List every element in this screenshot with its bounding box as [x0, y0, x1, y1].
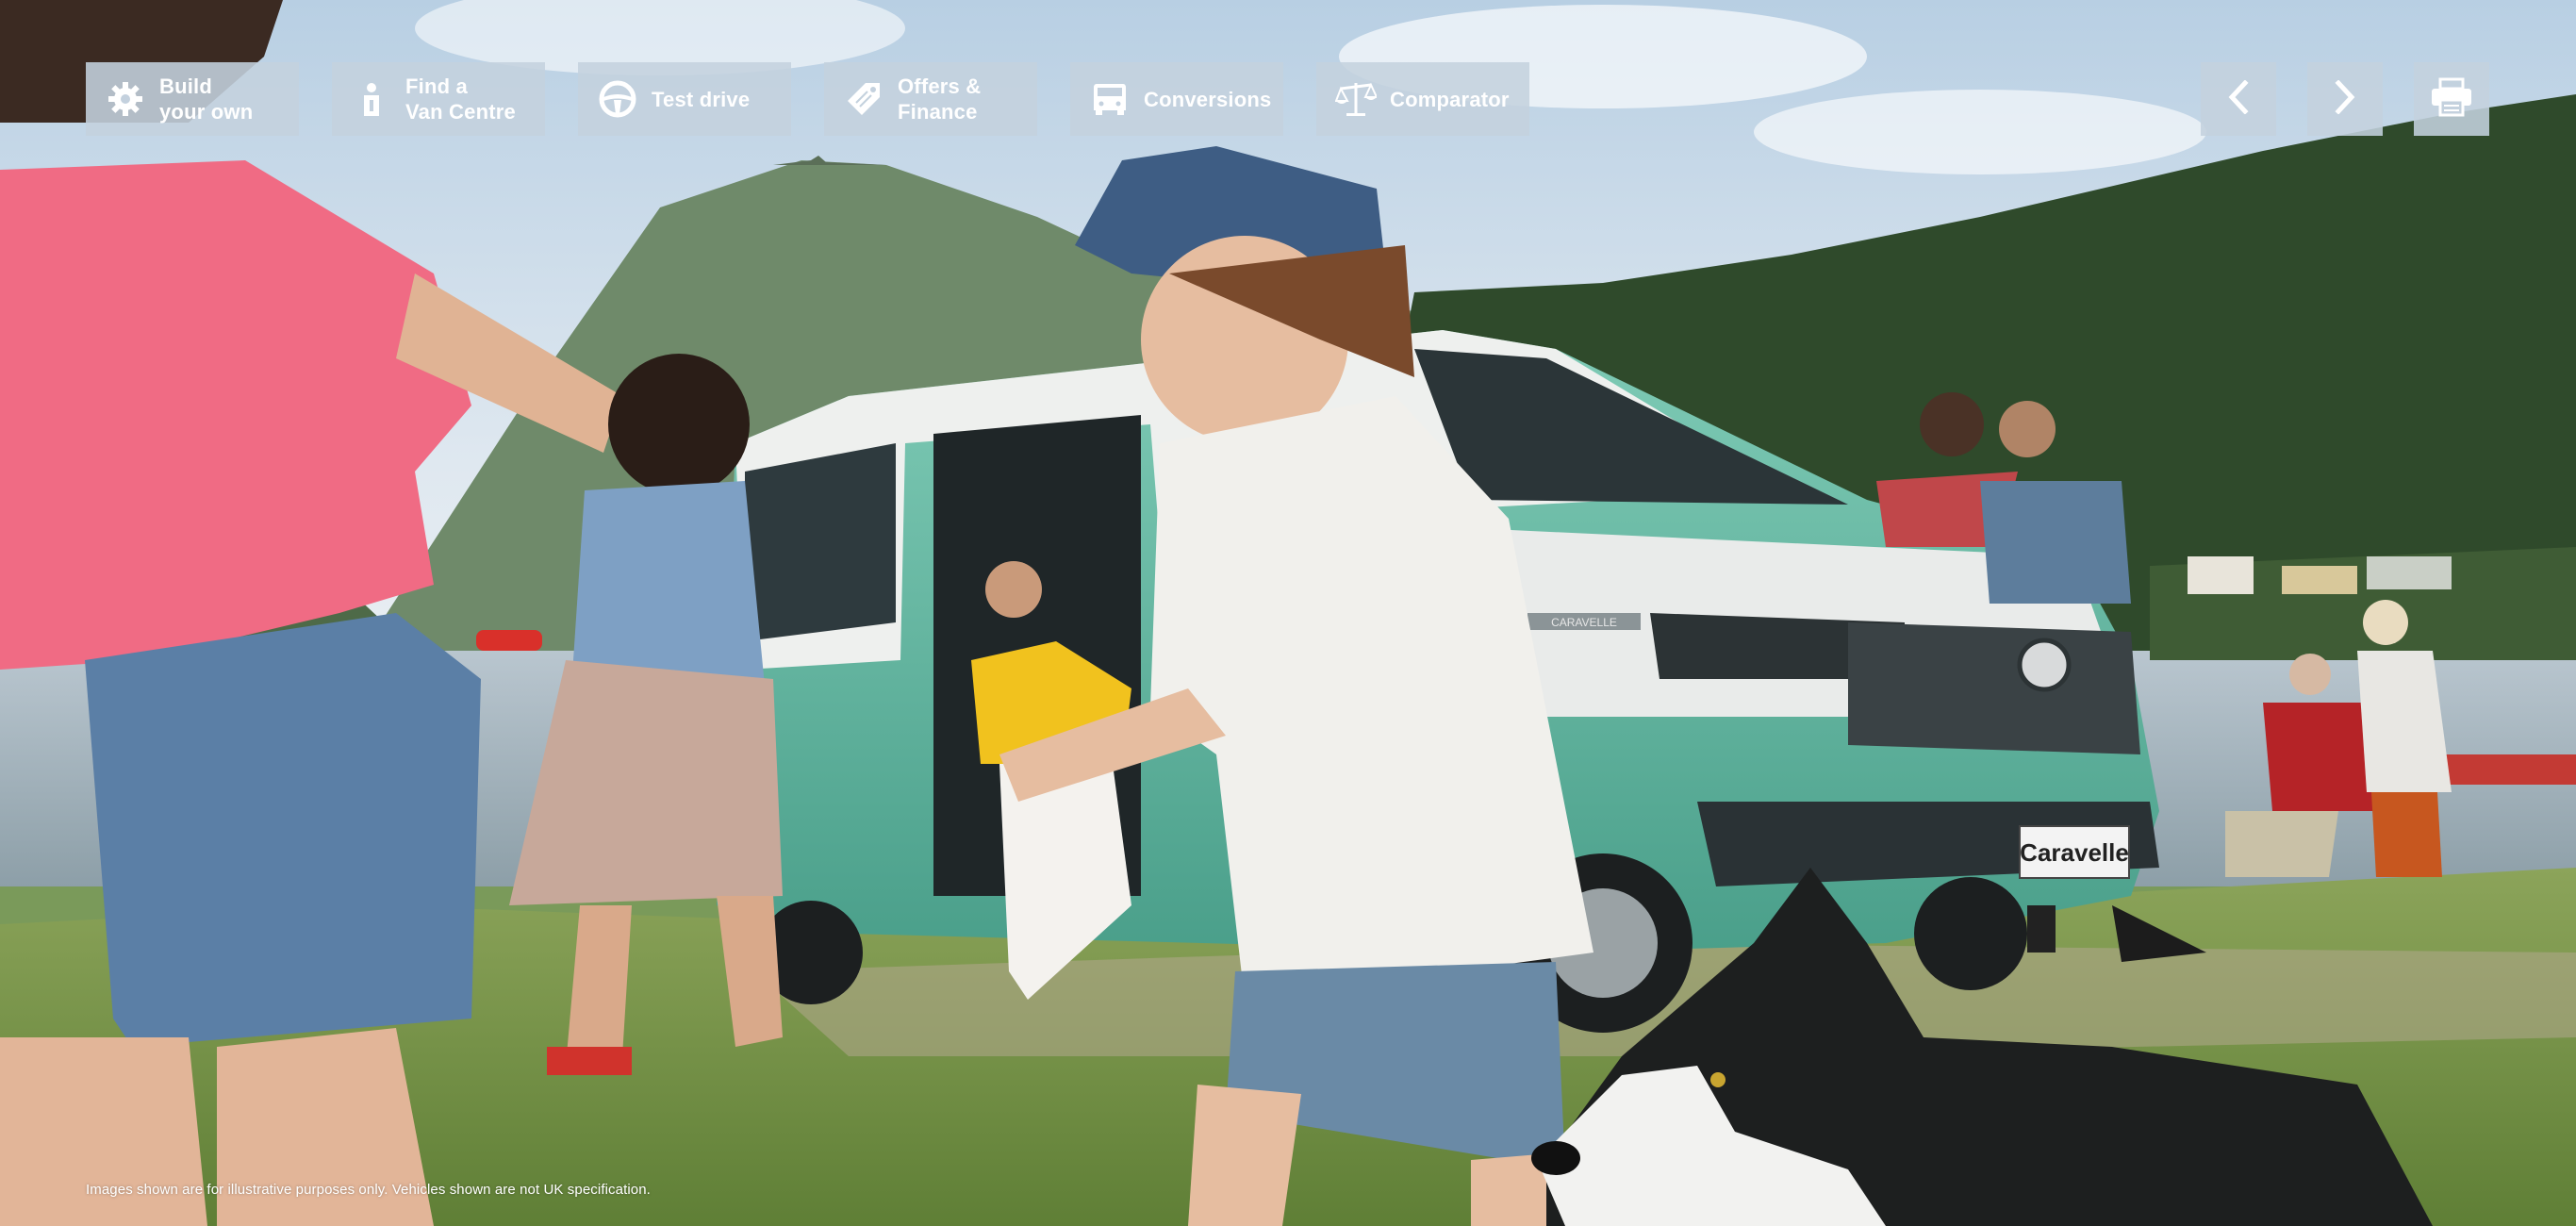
hero-scene: Caravelle CARAVELLE	[0, 0, 2576, 1226]
offers-finance-button[interactable]: Offers & Finance	[824, 62, 1037, 136]
build-your-own-label: Build your own	[159, 75, 254, 124]
disclaimer-text: Images shown are for illustrative purpos…	[86, 1182, 651, 1198]
comparator-label: Comparator	[1390, 87, 1510, 111]
previous-page-button[interactable]	[2201, 62, 2276, 136]
boat	[2442, 754, 2576, 785]
plate-text: Caravelle	[2020, 838, 2129, 867]
steering-wheel-icon	[597, 78, 638, 120]
vw-logo	[2017, 638, 2072, 692]
chevron-right-icon	[2331, 78, 2359, 119]
gear-icon	[105, 78, 146, 120]
comparator-button[interactable]: Comparator	[1316, 62, 1529, 136]
scales-icon	[1335, 78, 1377, 120]
chevron-left-icon	[2224, 78, 2253, 119]
test-drive-label: Test drive	[652, 87, 751, 111]
van-icon	[1089, 78, 1131, 120]
conversions-label: Conversions	[1144, 87, 1272, 111]
find-a-van-centre-button[interactable]: Find a Van Centre	[332, 62, 545, 136]
next-page-button[interactable]	[2307, 62, 2383, 136]
hero-photo: Caravelle CARAVELLE	[0, 0, 2576, 1226]
person-info-icon	[351, 78, 392, 120]
price-tag-icon	[843, 78, 884, 120]
conversions-button[interactable]: Conversions	[1070, 62, 1283, 136]
print-button[interactable]	[2414, 62, 2489, 136]
build-your-own-button[interactable]: Build your own	[86, 62, 299, 136]
test-drive-button[interactable]: Test drive	[578, 62, 791, 136]
offers-finance-label: Offers & Finance	[898, 75, 982, 124]
find-a-van-centre-label: Find a Van Centre	[405, 75, 516, 124]
model-badge: CARAVELLE	[1551, 616, 1617, 629]
cloud	[1754, 90, 2206, 174]
frisbee	[476, 630, 542, 651]
wheel	[1914, 877, 2027, 990]
printer-icon	[2430, 77, 2473, 122]
